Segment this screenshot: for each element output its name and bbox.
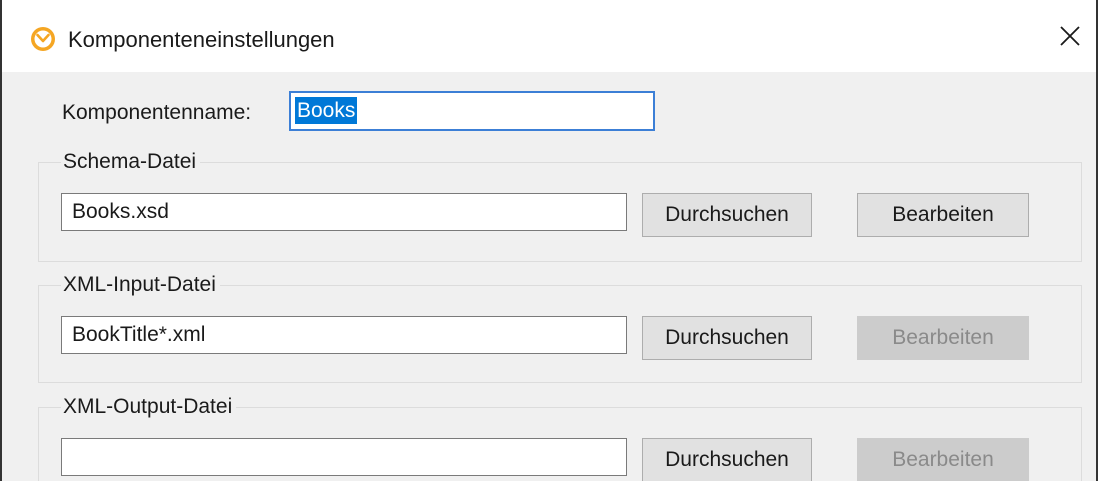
xml-output-file-group-label: XML-Output-Datei	[61, 394, 237, 420]
schema-file-group-label: Schema-Datei	[61, 149, 201, 175]
xml-input-file-group: XML-Input-Datei BookTitle*.xml Durchsuch…	[38, 272, 1082, 383]
xml-output-file-group: XML-Output-Datei Durchsuchen Bearbeiten	[38, 394, 1082, 481]
dialog-body: Komponentenname: Books Schema-Datei Book…	[2, 72, 1096, 481]
window-title: Komponenteneinstellungen	[68, 27, 335, 52]
close-icon	[1060, 26, 1080, 46]
xml-input-file-input[interactable]: BookTitle*.xml	[61, 316, 627, 354]
component-settings-dialog: Komponenteneinstellungen Komponentenname…	[0, 0, 1098, 481]
xml-output-browse-button[interactable]: Durchsuchen	[642, 438, 812, 481]
schema-edit-button[interactable]: Bearbeiten	[857, 193, 1029, 237]
xml-input-browse-button[interactable]: Durchsuchen	[642, 316, 812, 360]
component-name-label: Komponentenname:	[62, 101, 252, 124]
schema-file-group: Schema-Datei Books.xsd Durchsuchen Bearb…	[38, 149, 1082, 262]
xml-output-file-input[interactable]	[61, 438, 627, 476]
schema-browse-button[interactable]: Durchsuchen	[642, 193, 812, 237]
xml-input-edit-button[interactable]: Bearbeiten	[857, 316, 1029, 360]
title-bar: Komponenteneinstellungen	[2, 0, 1096, 72]
component-name-value: Books	[295, 97, 358, 124]
altova-mapforce-icon	[30, 26, 56, 52]
close-button[interactable]	[1050, 14, 1090, 58]
schema-file-input[interactable]: Books.xsd	[61, 193, 627, 231]
component-name-input[interactable]: Books	[289, 91, 655, 131]
xml-input-file-group-label: XML-Input-Datei	[61, 272, 220, 298]
xml-output-edit-button[interactable]: Bearbeiten	[857, 438, 1029, 481]
